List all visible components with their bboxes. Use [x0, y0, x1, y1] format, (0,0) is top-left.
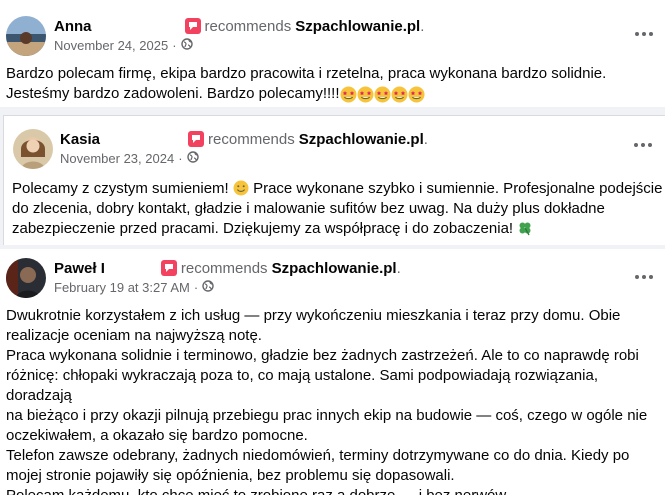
review-text-line: Praca wykonana solidnie i terminowo, gła… — [6, 347, 639, 364]
review-text-line: realizacje oceniam na najwyższą notę. — [6, 327, 262, 344]
review-text-line: na bieżąco i przy okazji pilnują przebie… — [6, 407, 648, 424]
date-separator: · — [172, 38, 177, 53]
recommend-icon — [160, 260, 177, 276]
review-text-line: zabezpieczenie przed pracami. Dziękujemy… — [12, 219, 662, 239]
globe-icon — [202, 280, 214, 295]
star-struck-emoji-icon — [340, 86, 356, 103]
emoji-row — [340, 86, 425, 103]
review-card-pawel: Paweł I recommends Szpachlowanie.pl . Fe… — [0, 249, 665, 495]
review-text-line: Dwukrotnie korzystałem z ich usług — prz… — [6, 307, 621, 324]
smiling-face-emoji-icon — [233, 180, 249, 196]
four-leaf-clover-emoji-icon — [519, 222, 531, 236]
trailing-dot: . — [420, 17, 425, 35]
review-text: zabezpieczenie przed pracami. Dziękujemy… — [12, 220, 514, 237]
recommends-label: recommends — [208, 130, 295, 148]
review-card-anna: Anna recommends Szpachlowanie.pl . Novem… — [0, 0, 665, 107]
more-options-button[interactable] — [632, 265, 656, 289]
dot-icon — [648, 143, 652, 147]
dot-icon — [642, 32, 646, 36]
review-text-line: mojej stronie pojawiły się opóźnienia, b… — [6, 467, 455, 484]
review-text: Prace wykonane szybko i sumiennie. Profe… — [253, 180, 663, 197]
dot-icon — [635, 275, 639, 279]
recommend-icon — [184, 18, 201, 34]
avatar[interactable] — [6, 258, 46, 298]
avatar[interactable] — [13, 129, 53, 169]
dot-icon — [634, 143, 638, 147]
post-date[interactable]: November 24, 2025 — [54, 38, 168, 53]
more-options-button[interactable] — [632, 22, 656, 46]
page-link[interactable]: Szpachlowanie.pl — [272, 260, 397, 277]
dot-icon — [649, 32, 653, 36]
review-text-line: różnicę: chłopaki wykraczają poza to, co… — [6, 367, 598, 404]
dot-icon — [649, 275, 653, 279]
author-name[interactable]: Anna — [54, 18, 92, 35]
star-struck-emoji-icon — [374, 86, 390, 103]
trailing-dot: . — [396, 259, 401, 277]
recommends-label: recommends — [204, 17, 292, 35]
page-link[interactable]: Szpachlowanie.pl — [295, 18, 420, 35]
review-text-line: Polecam każdemu, kto chce mieć to zrobio… — [6, 486, 665, 495]
review-card-kasia: Kasia recommends Szpachlowanie.pl . Nove… — [3, 115, 665, 245]
review-text-line: oczekiwałem, a okazało się bardzo pomocn… — [6, 427, 308, 444]
dot-icon — [635, 32, 639, 36]
star-struck-emoji-icon — [408, 86, 424, 103]
review-text-line: Telefon zawsze odebrany, żadnych niedomó… — [6, 447, 630, 464]
review-text-line: do zlecenia, dobry kontakt, gładzie i ma… — [12, 200, 605, 217]
star-struck-emoji-icon — [391, 86, 407, 103]
date-separator: · — [193, 280, 199, 295]
recommends-label: recommends — [180, 259, 268, 277]
trailing-dot: . — [423, 130, 428, 148]
dot-icon — [641, 143, 645, 147]
avatar[interactable] — [6, 16, 46, 56]
author-name[interactable]: Kasia — [60, 131, 100, 148]
date-separator: · — [178, 151, 183, 166]
more-options-button[interactable] — [631, 133, 655, 157]
globe-icon — [186, 151, 199, 166]
post-date[interactable]: February 19 at 3:27 AM — [54, 280, 190, 295]
author-name[interactable]: Paweł I — [54, 260, 105, 277]
review-text: Jesteśmy bardzo zadowoleni. Bardzo polec… — [6, 85, 340, 102]
review-text-line: Polecamy z czystym sumieniem! Prace wyko… — [12, 179, 662, 199]
dot-icon — [642, 275, 646, 279]
globe-icon — [180, 38, 193, 53]
star-struck-emoji-icon — [357, 86, 373, 103]
review-text: Polecamy z czystym sumieniem! — [12, 180, 229, 197]
page-link[interactable]: Szpachlowanie.pl — [299, 131, 424, 148]
post-date[interactable]: November 23, 2024 — [60, 151, 174, 166]
recommend-icon — [188, 131, 205, 147]
review-text-line: Jesteśmy bardzo zadowoleni. Bardzo polec… — [6, 84, 606, 104]
review-text-line: Bardzo polecam firmę, ekipa bardzo praco… — [6, 65, 607, 82]
